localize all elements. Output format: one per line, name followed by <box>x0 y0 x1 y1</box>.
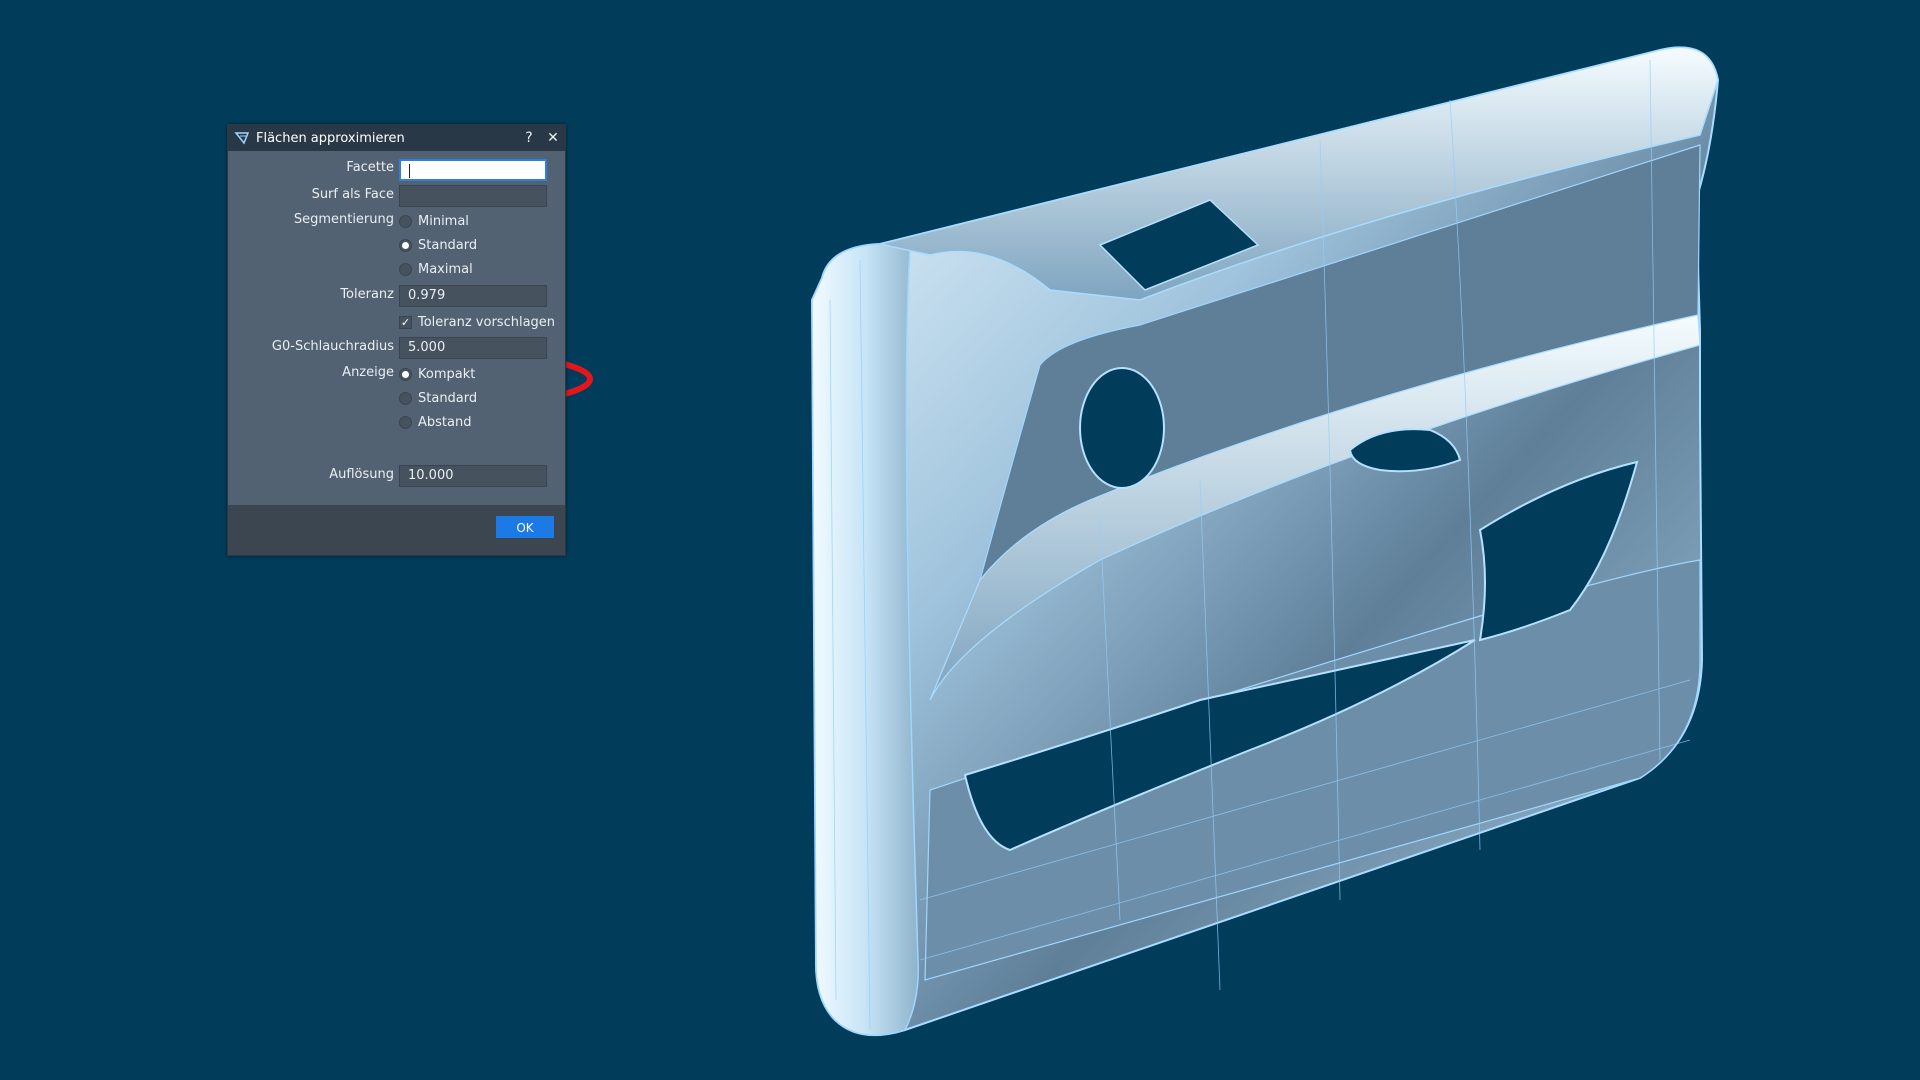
toleranz-label: Toleranz <box>340 287 394 302</box>
radio-icon <box>399 262 412 276</box>
anzeige-option-kompakt[interactable]: Kompakt <box>399 365 475 383</box>
dialog-titlebar[interactable]: Flächen approximieren ? ✕ <box>228 125 565 151</box>
checkmark-icon: ✓ <box>399 315 412 329</box>
radio-selected-icon <box>399 238 412 252</box>
radio-icon <box>399 391 412 405</box>
g0-schlauchradius-input[interactable]: 5.000 <box>399 337 547 359</box>
segmentierung-label: Segmentierung <box>293 212 394 227</box>
approximate-surfaces-icon <box>234 130 250 146</box>
segmentierung-option-maximal[interactable]: Maximal <box>399 260 473 278</box>
anzeige-label: Anzeige <box>342 365 394 380</box>
facette-label: Facette <box>346 160 394 175</box>
aufloesung-label: Auflösung <box>329 467 394 482</box>
facette-input[interactable] <box>399 159 547 181</box>
dialog-title: Flächen approximieren <box>256 130 405 146</box>
surf-als-face-label: Surf als Face <box>311 187 394 202</box>
surf-als-face-input[interactable] <box>399 185 547 207</box>
anzeige-option-standard[interactable]: Standard <box>399 389 477 407</box>
g0-schlauchradius-label: G0-Schlauchradius <box>271 339 394 354</box>
approximate-surfaces-dialog: Flächen approximieren ? ✕ Facette Surf a… <box>227 124 566 556</box>
text-caret <box>409 163 410 178</box>
radio-icon <box>399 214 412 228</box>
segmentierung-option-standard[interactable]: Standard <box>399 236 477 254</box>
aufloesung-input[interactable]: 10.000 <box>399 465 547 487</box>
toleranz-vorschlagen-checkbox[interactable]: ✓ Toleranz vorschlagen <box>399 313 555 331</box>
radio-selected-icon <box>399 367 412 381</box>
speaker-hole <box>1079 367 1165 489</box>
help-button[interactable]: ? <box>517 130 541 146</box>
radio-icon <box>399 415 412 429</box>
dialog-form: Facette Surf als Face Segmentierung Mini… <box>228 151 565 501</box>
close-icon[interactable]: ✕ <box>541 130 565 146</box>
ok-button[interactable]: OK <box>496 516 554 538</box>
segmentierung-option-minimal[interactable]: Minimal <box>399 212 469 230</box>
anzeige-option-abstand[interactable]: Abstand <box>399 413 471 431</box>
toleranz-input[interactable]: 0.979 <box>399 285 547 307</box>
dialog-footer: OK <box>228 505 565 555</box>
